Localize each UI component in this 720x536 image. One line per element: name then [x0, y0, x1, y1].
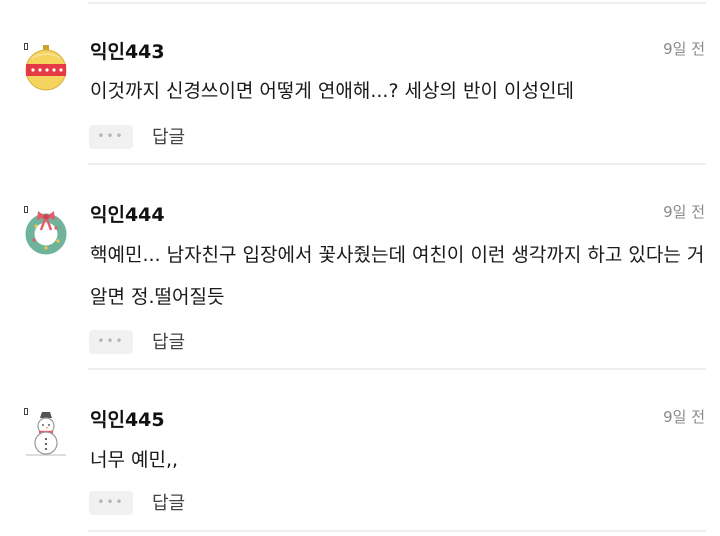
comment-text: 너무 예민,,	[90, 449, 179, 471]
comment-divider	[88, 163, 706, 165]
top-divider	[88, 2, 706, 4]
comment-divider	[88, 368, 706, 370]
comment-author[interactable]: 익인443	[90, 37, 165, 64]
reply-button[interactable]: 답글	[152, 123, 185, 149]
comment-text: 핵예민... 남자친구 입장에서 꽃사줬는데 여친이 이런 생각까지 하고 있다…	[90, 244, 705, 308]
reply-button[interactable]: 답글	[152, 489, 185, 515]
comment-author[interactable]: 익인444	[90, 200, 165, 227]
comment-author[interactable]: 익인445	[90, 405, 165, 432]
ornament-ball-icon[interactable]	[22, 44, 70, 92]
reply-button[interactable]: 답글	[152, 328, 185, 354]
comment-divider	[88, 530, 706, 532]
snowman-icon[interactable]	[22, 410, 70, 458]
christmas-wreath-icon[interactable]	[22, 208, 70, 256]
more-options-button[interactable]: •••	[89, 491, 133, 515]
comment-text: 이것까지 신경쓰이면 어떻게 연애해...? 세상의 반이 이성인데	[90, 80, 574, 102]
comment-time: 9일 전	[663, 408, 705, 426]
more-options-button[interactable]: •••	[89, 125, 133, 149]
comment-time: 9일 전	[663, 40, 705, 58]
comment-time: 9일 전	[663, 203, 705, 221]
more-options-button[interactable]: •••	[89, 330, 133, 354]
